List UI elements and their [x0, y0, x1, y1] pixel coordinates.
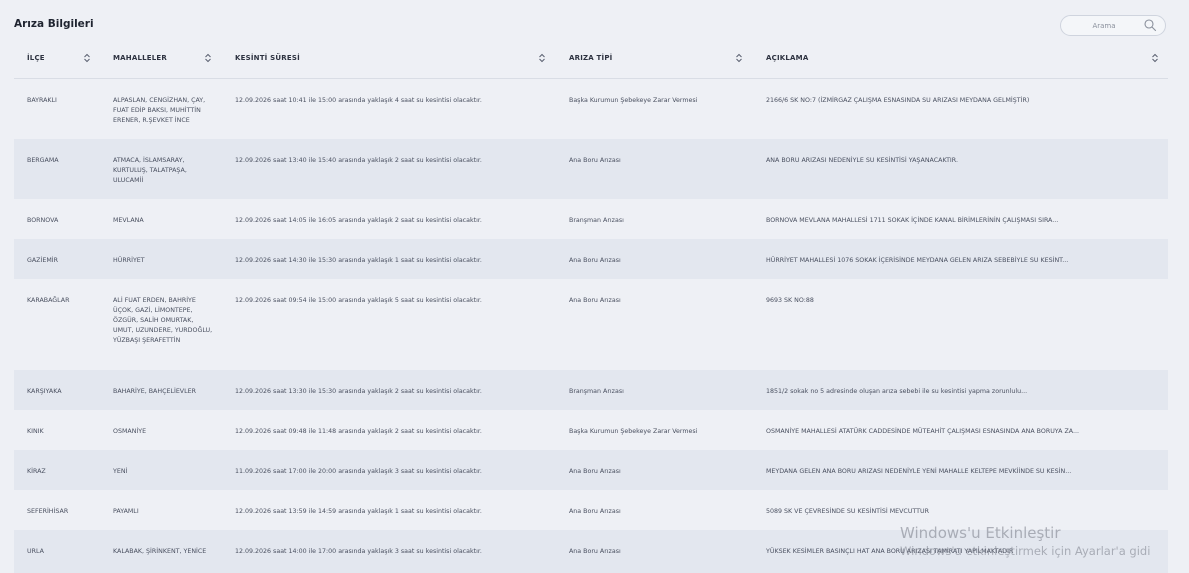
cell-aciklama: 9693 SK NO:88 [766, 297, 814, 304]
watermark-subtitle: Windows'u etkinleştirmek için Ayarlar'a … [900, 544, 1151, 558]
cell-aciklama: HÜRRİYET MAHALLESİ 1076 SOKAK İÇERİSİNDE… [766, 257, 1069, 264]
cell-aciklama: 5089 SK VE ÇEVRESİNDE SU KESİNTİSİ MEVCU… [766, 508, 930, 515]
cell-ilce: BAYRAKLI [27, 97, 57, 104]
cell-kesinti-suresi: 12.09.2026 saat 13:30 ile 15:30 arasında… [235, 388, 482, 395]
cell-ariza-tipi: Başka Kurumun Şebekeye Zarar Vermesi [569, 97, 698, 104]
cell-mahalleler: YENİ [113, 468, 128, 475]
cell-kesinti-suresi: 12.09.2026 saat 10:41 ile 15:00 arasında… [235, 97, 482, 104]
fault-table: İLÇE MAHALLELER KESİNTİ SÜRESİ ARIZA TİP… [14, 40, 1168, 573]
cell-ilce: KARŞIYAKA [27, 388, 62, 395]
cell-kesinti-suresi: 12.09.2026 saat 09:54 ile 15:00 arasında… [235, 297, 482, 304]
cell-aciklama: BORNOVA MEVLANA MAHALLESİ 1711 SOKAK İÇİ… [766, 217, 1059, 224]
cell-kesinti-suresi: 12.09.2026 saat 14:30 ile 15:30 arasında… [235, 257, 482, 264]
cell-aciklama: ANA BORU ARIZASI NEDENİYLE SU KESİNTİSİ … [766, 157, 958, 164]
cell-aciklama: MEYDANA GELEN ANA BORU ARIZASI NEDENİYLE… [766, 468, 1072, 475]
column-header-mahalleler[interactable]: MAHALLELER [113, 40, 167, 78]
cell-ariza-tipi: Branşman Arızası [569, 388, 624, 395]
table-row[interactable]: BAYRAKLI ALPASLAN, CENGİZHAN, ÇAY, FUAT … [14, 79, 1168, 139]
sort-icon[interactable] [735, 52, 743, 64]
search-box[interactable] [1060, 15, 1166, 36]
table-row[interactable]: BERGAMA ATMACA, İSLAMSARAY, KURTULUŞ, TA… [14, 139, 1168, 199]
column-header-ilce[interactable]: İLÇE [27, 40, 45, 78]
windows-activation-watermark: Windows'u Etkinleştir Windows'u etkinleş… [900, 524, 1150, 558]
cell-mahalleler: HÜRRİYET [113, 257, 145, 264]
cell-ilce: KARABAĞLAR [27, 297, 70, 304]
cell-mahalleler: ALPASLAN, CENGİZHAN, ÇAY, FUAT EDİP BAKS… [113, 97, 206, 124]
cell-kesinti-suresi: 12.09.2026 saat 09:48 ile 11:48 arasında… [235, 428, 482, 435]
cell-kesinti-suresi: 12.09.2026 saat 14:00 ile 17:00 arasında… [235, 548, 482, 555]
sort-icon[interactable] [204, 52, 212, 64]
cell-aciklama: 1851/2 sokak no 5 adresinde oluşan arıza… [766, 388, 1028, 395]
sort-icon[interactable] [83, 52, 91, 64]
table-row[interactable]: KARŞIYAKA BAHARİYE, BAHÇELİEVLER 12.09.2… [14, 370, 1168, 410]
table-header: İLÇE MAHALLELER KESİNTİ SÜRESİ ARIZA TİP… [14, 40, 1168, 79]
cell-kesinti-suresi: 11.09.2026 saat 17:00 ile 20:00 arasında… [235, 468, 482, 475]
cell-ariza-tipi: Ana Boru Arızası [569, 468, 621, 475]
table-row[interactable]: BORNOVA MEVLANA 12.09.2026 saat 14:05 il… [14, 199, 1168, 239]
column-header-aciklama[interactable]: AÇIKLAMA [766, 40, 808, 78]
table-row[interactable]: KİRAZ YENİ 11.09.2026 saat 17:00 ile 20:… [14, 450, 1168, 490]
cell-kesinti-suresi: 12.09.2026 saat 14:05 ile 16:05 arasında… [235, 217, 482, 224]
cell-ilce: BORNOVA [27, 217, 59, 224]
cell-mahalleler: OSMANİYE [113, 428, 147, 435]
cell-ilce: URLA [27, 548, 44, 555]
cell-ariza-tipi: Ana Boru Arızası [569, 297, 621, 304]
cell-mahalleler: MEVLANA [113, 217, 144, 224]
cell-aciklama: OSMANİYE MAHALLESİ ATATÜRK CADDESİNDE MÜ… [766, 428, 1079, 435]
cell-kesinti-suresi: 12.09.2026 saat 13:40 ile 15:40 arasında… [235, 157, 482, 164]
cell-ariza-tipi: Başka Kurumun Şebekeye Zarar Vermesi [569, 428, 698, 435]
cell-ariza-tipi: Ana Boru Arızası [569, 257, 621, 264]
cell-ariza-tipi: Ana Boru Arızası [569, 157, 621, 164]
cell-ilce: KINIK [27, 428, 44, 435]
cell-ariza-tipi: Ana Boru Arızası [569, 508, 621, 515]
cell-ariza-tipi: Branşman Arızası [569, 217, 624, 224]
cell-ariza-tipi: Ana Boru Arızası [569, 548, 621, 555]
sort-icon[interactable] [538, 52, 546, 64]
cell-mahalleler: BAHARİYE, BAHÇELİEVLER [113, 388, 196, 395]
cell-kesinti-suresi: 12.09.2026 saat 13:59 ile 14:59 arasında… [235, 508, 482, 515]
cell-mahalleler: KALABAK, ŞİRİNKENT, YENİCE [113, 548, 207, 555]
panel-title: Arıza Bilgileri [14, 18, 94, 30]
cell-aciklama: 2166/6 SK NO:7 (İZMİRGAZ ÇALIŞMA ESNASIN… [766, 97, 1030, 104]
sort-icon[interactable] [1151, 52, 1159, 64]
column-header-kesinti-suresi[interactable]: KESİNTİ SÜRESİ [235, 40, 300, 78]
table-row[interactable]: KINIK OSMANİYE 12.09.2026 saat 09:48 ile… [14, 410, 1168, 450]
cell-mahalleler: PAYAMLI [113, 508, 139, 515]
cell-ilce: KİRAZ [27, 468, 46, 475]
cell-ilce: BERGAMA [27, 157, 59, 164]
search-icon[interactable] [1143, 18, 1157, 32]
table-row[interactable]: GAZİEMİR HÜRRİYET 12.09.2026 saat 14:30 … [14, 239, 1168, 279]
column-header-ariza-tipi[interactable]: ARIZA TİPİ [569, 40, 612, 78]
table-row[interactable]: KARABAĞLAR ALİ FUAT ERDEN, BAHRİYE ÜÇOK,… [14, 279, 1168, 370]
cell-mahalleler: ATMACA, İSLAMSARAY, KURTULUŞ, TALATPAŞA,… [113, 157, 187, 184]
cell-ilce: GAZİEMİR [27, 257, 59, 264]
search-input[interactable] [1069, 19, 1139, 32]
cell-ilce: SEFERİHİSAR [27, 508, 69, 515]
cell-mahalleler: ALİ FUAT ERDEN, BAHRİYE ÜÇOK, GAZİ, LİMO… [113, 297, 213, 344]
watermark-title: Windows'u Etkinleştir [900, 524, 1061, 542]
